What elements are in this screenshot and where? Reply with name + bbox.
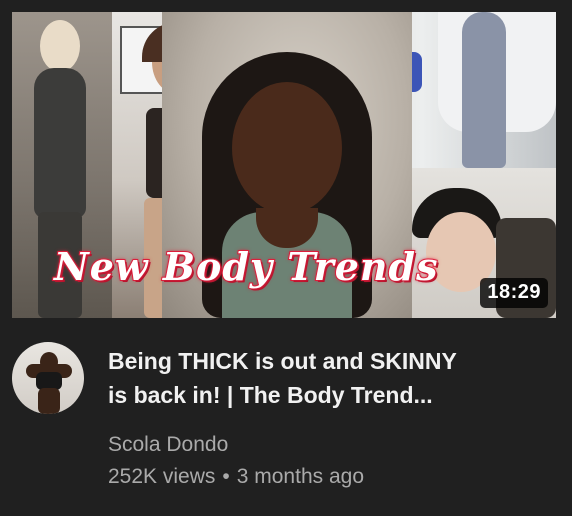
video-title-line-1: Being THICK is out and SKINNY	[108, 348, 457, 374]
video-thumbnail[interactable]: New Body Trends 18:29	[12, 12, 556, 318]
channel-avatar[interactable]	[12, 342, 84, 414]
view-count: 252K views	[108, 465, 216, 488]
video-card[interactable]: New Body Trends 18:29 Being THICK is out…	[0, 0, 572, 516]
channel-name[interactable]: Scola Dondo	[108, 430, 548, 460]
video-title[interactable]: Being THICK is out and SKINNY is back in…	[108, 344, 548, 412]
separator-dot: •	[222, 465, 230, 488]
duration-badge: 18:29	[480, 278, 548, 308]
upload-age: 3 months ago	[236, 465, 365, 488]
video-details: Being THICK is out and SKINNY is back in…	[108, 344, 548, 494]
video-stats: 252K views • 3 months ago	[108, 460, 548, 494]
video-title-line-2: is back in! | The Body Trend...	[108, 382, 433, 408]
thumbnail-overlay-title: New Body Trends	[53, 243, 439, 290]
